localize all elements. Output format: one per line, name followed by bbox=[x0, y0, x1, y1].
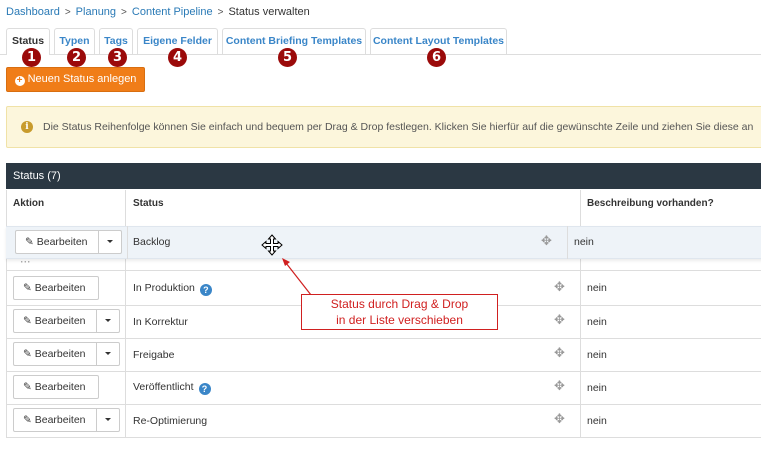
callout-line-1: Status durch Drag & Drop bbox=[330, 297, 469, 311]
pencil-icon: ✎ bbox=[23, 282, 32, 294]
row-divider bbox=[6, 404, 761, 405]
description-flag: nein bbox=[587, 415, 607, 427]
edit-button[interactable]: ✎ Bearbeiten bbox=[13, 342, 120, 366]
pencil-icon: ✎ bbox=[23, 381, 32, 393]
column-header-status: Status bbox=[133, 198, 164, 209]
row-divider bbox=[6, 338, 761, 339]
breadcrumb-separator: > bbox=[217, 7, 224, 18]
status-name: In Produktion bbox=[133, 282, 195, 294]
description-flag: nein bbox=[587, 382, 607, 394]
status-name: Backlog bbox=[133, 236, 171, 248]
breadcrumb-current: Status verwalten bbox=[228, 6, 310, 18]
pencil-icon: ✎ bbox=[25, 236, 34, 248]
move-icon[interactable]: ✥ bbox=[554, 279, 565, 295]
pencil-icon: ✎ bbox=[23, 348, 32, 360]
edit-button-label: Bearbeiten bbox=[34, 414, 86, 426]
help-icon[interactable]: ? bbox=[198, 383, 211, 395]
edit-button-label: Bearbeiten bbox=[34, 348, 86, 360]
new-status-button[interactable]: + Neuen Status anlegen bbox=[6, 67, 145, 92]
breadcrumb: Dashboard > Planung > Content Pipeline > Statu… bbox=[6, 6, 310, 18]
edit-button-label: Bearbeiten bbox=[34, 282, 86, 294]
edit-button[interactable]: ✎ Bearbeiten bbox=[13, 276, 99, 300]
step-badge: 3 bbox=[108, 48, 127, 67]
breadcrumb-dashboard[interactable]: Dashboard bbox=[6, 6, 60, 18]
pencil-icon: ✎ bbox=[23, 315, 32, 327]
step-badge: 2 bbox=[67, 48, 86, 67]
edit-button-label: Bearbeiten bbox=[34, 315, 86, 327]
move-icon[interactable]: ✥ bbox=[554, 378, 565, 394]
column-divider bbox=[567, 226, 568, 259]
column-header-beschreibung: Beschreibung vorhanden? bbox=[587, 198, 714, 209]
annotation-arrow bbox=[282, 258, 312, 296]
info-icon: i bbox=[21, 121, 33, 133]
annotation-callout: Status durch Drag & Drop in der Liste ve… bbox=[301, 294, 498, 330]
edit-button[interactable]: ✎ Bearbeiten bbox=[13, 408, 120, 432]
edit-button[interactable]: ✎ Bearbeiten bbox=[13, 375, 99, 399]
info-alert: i Die Status Reihenfolge können Sie einf… bbox=[6, 106, 761, 148]
table-row[interactable]: In Produktion? bbox=[133, 282, 212, 296]
move-icon[interactable]: ✥ bbox=[554, 312, 565, 328]
breadcrumb-separator: > bbox=[64, 7, 71, 18]
edit-button-label: Bearbeiten bbox=[34, 381, 86, 393]
chevron-down-icon[interactable] bbox=[96, 310, 119, 332]
callout-line-2: in der Liste verschieben bbox=[336, 313, 463, 327]
step-badge: 1 bbox=[22, 48, 41, 67]
status-name: In Korrektur bbox=[133, 316, 188, 328]
new-status-label: Neuen Status anlegen bbox=[27, 73, 137, 85]
description-flag: nein bbox=[587, 282, 607, 294]
table-row[interactable]: Veröffentlicht? bbox=[133, 381, 211, 395]
chevron-down-icon[interactable] bbox=[98, 231, 121, 253]
breadcrumb-planung[interactable]: Planung bbox=[76, 6, 116, 18]
move-cursor-icon bbox=[261, 234, 283, 256]
help-icon[interactable]: ? bbox=[199, 284, 212, 296]
row-divider bbox=[6, 270, 761, 271]
description-flag: nein bbox=[587, 316, 607, 328]
plus-circle-icon: + bbox=[14, 76, 25, 86]
edit-button[interactable]: ✎ Bearbeiten bbox=[13, 309, 120, 333]
status-name: Veröffentlicht bbox=[133, 381, 194, 393]
breadcrumb-separator: > bbox=[121, 7, 127, 18]
edit-button-label: Bearbeiten bbox=[36, 236, 88, 248]
column-header-aktion: Aktion bbox=[13, 198, 45, 209]
info-alert-text: Die Status Reihenfolge können Sie einfac… bbox=[43, 121, 754, 133]
status-name: Re-Optimierung bbox=[133, 415, 208, 427]
breadcrumb-content-pipeline[interactable]: Content Pipeline bbox=[132, 6, 213, 18]
description-flag: nein bbox=[587, 349, 607, 361]
step-badge: 6 bbox=[427, 48, 446, 67]
status-name: Freigabe bbox=[133, 349, 175, 361]
chevron-down-icon[interactable] bbox=[96, 343, 119, 365]
move-icon[interactable]: ✥ bbox=[554, 345, 565, 361]
row-divider bbox=[6, 371, 761, 372]
step-badge: 4 bbox=[168, 48, 187, 67]
column-divider bbox=[127, 226, 128, 259]
chevron-down-icon[interactable] bbox=[96, 409, 119, 431]
row-divider bbox=[6, 437, 761, 438]
move-icon[interactable]: ✥ bbox=[554, 411, 565, 427]
move-icon[interactable]: ✥ bbox=[541, 233, 552, 249]
edit-button[interactable]: ✎ Bearbeiten bbox=[15, 230, 122, 254]
pencil-icon: ✎ bbox=[23, 414, 32, 426]
description-flag: nein bbox=[574, 236, 594, 248]
panel-title: Status (7) bbox=[6, 163, 761, 189]
step-badge: 5 bbox=[278, 48, 297, 67]
